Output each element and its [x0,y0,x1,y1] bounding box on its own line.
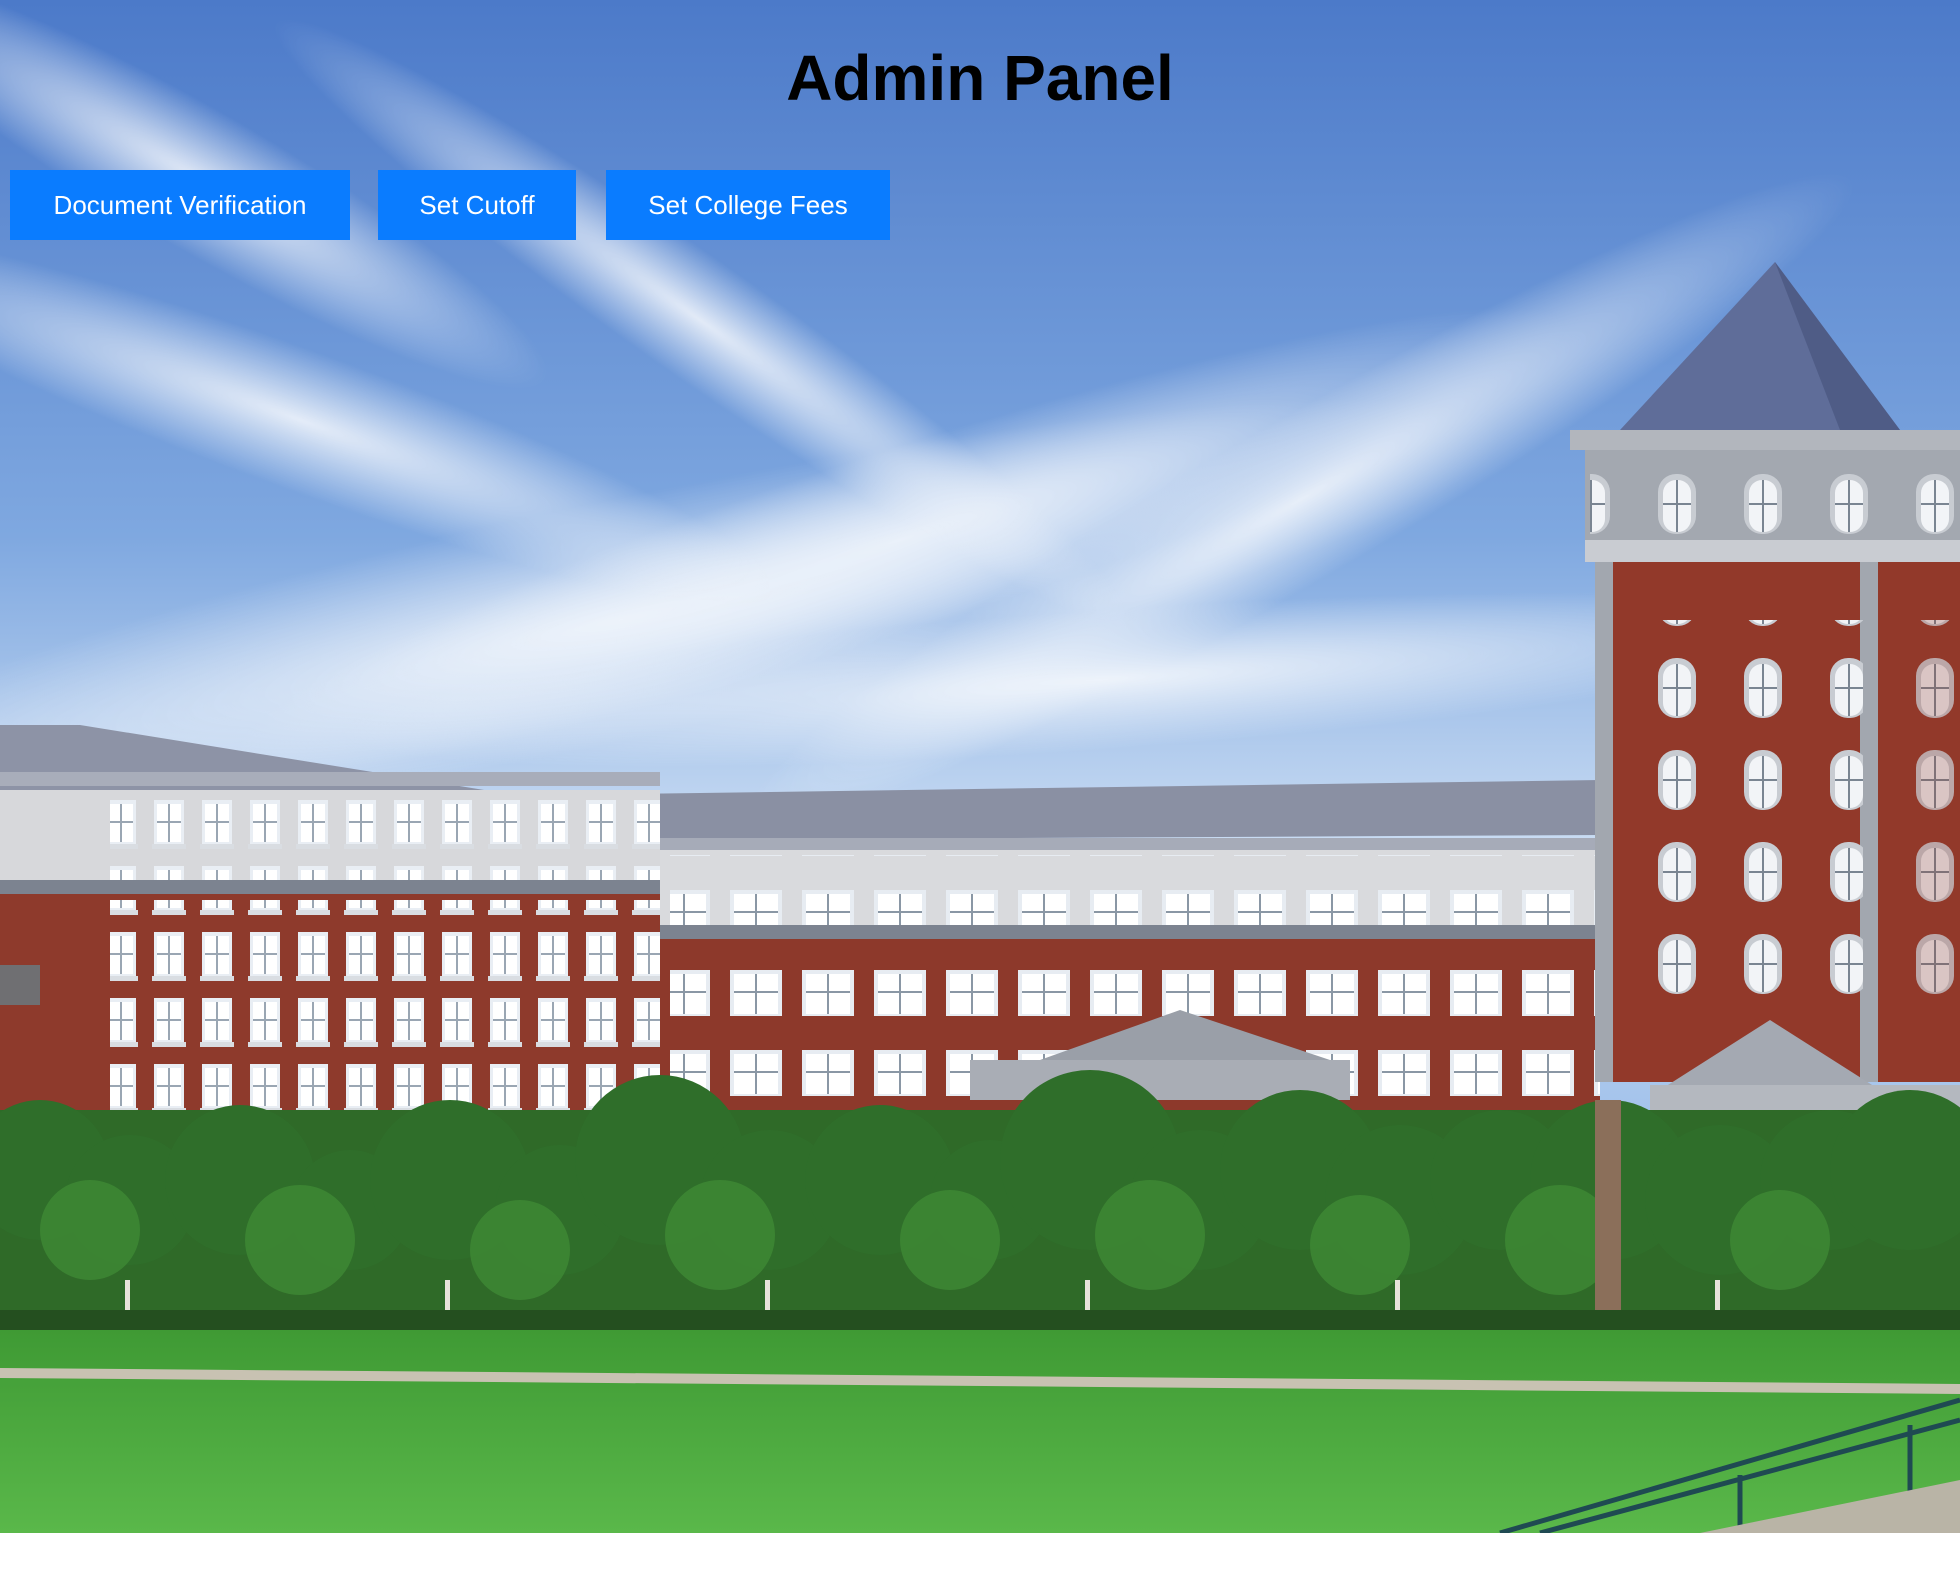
page-footer-space [0,1533,1960,1574]
set-college-fees-button[interactable]: Set College Fees [606,170,890,240]
document-verification-button[interactable]: Document Verification [10,170,350,240]
page-title: Admin Panel [786,42,1174,114]
set-cutoff-button[interactable]: Set Cutoff [378,170,576,240]
